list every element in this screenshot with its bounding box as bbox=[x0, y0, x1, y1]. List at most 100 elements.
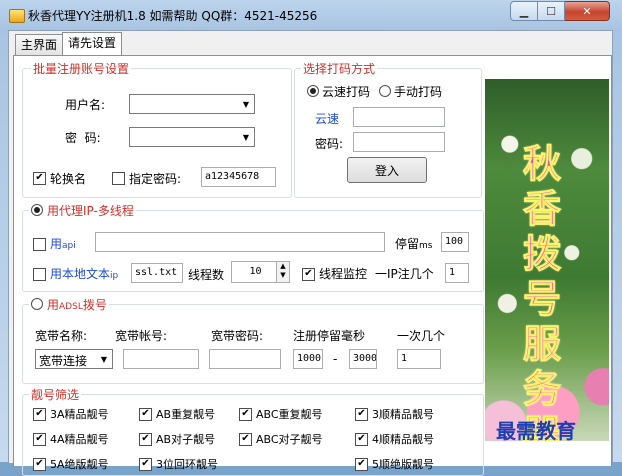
pretty-checkbox[interactable]: ✔ bbox=[355, 408, 368, 421]
per-ip-field[interactable]: 1 bbox=[445, 263, 469, 283]
stay-ms-label: 注册停留毫秒 bbox=[293, 329, 366, 343]
pretty-label: ABC对子靓号 bbox=[256, 433, 323, 446]
banner-char: 秋 bbox=[522, 141, 561, 187]
pretty-label: ABC重复靓号 bbox=[256, 408, 323, 421]
cloud-captcha-radio[interactable] bbox=[307, 85, 319, 97]
stay-ms-field[interactable]: 100 bbox=[441, 232, 469, 252]
chevron-down-icon[interactable]: ▼ bbox=[96, 350, 112, 368]
pretty-label: 3位回环靓号 bbox=[156, 458, 218, 471]
pretty-filter-legend: 靓号筛选 bbox=[29, 386, 82, 403]
stay-unit: ms bbox=[419, 241, 433, 251]
use-api-suffix: api bbox=[62, 241, 76, 251]
bb-password-field[interactable] bbox=[209, 349, 281, 369]
pretty-checkbox[interactable]: ✔ bbox=[355, 433, 368, 446]
bb-account-label: 宽带帐号: bbox=[115, 329, 168, 343]
pretty-checkbox[interactable]: ✔ bbox=[239, 408, 252, 421]
username-label: 用户名: bbox=[65, 98, 106, 112]
captcha-password-label: 密码: bbox=[315, 137, 344, 151]
banner-char: 号 bbox=[522, 276, 561, 322]
use-api-label: 用api bbox=[50, 235, 76, 252]
use-api-checkbox[interactable] bbox=[33, 238, 46, 251]
rotate-name-checkbox[interactable]: ✔ bbox=[33, 172, 46, 185]
bb-account-field[interactable] bbox=[123, 349, 199, 369]
promo-banner: 秋 香 拨 号 服 务 器 bbox=[485, 79, 609, 441]
caption-buttons: ▁ ☐ ✕ bbox=[510, 1, 610, 21]
proxy-group: 用代理IP-多线程 用api 停留ms 100 用本地文本ip ssl.txt … bbox=[22, 202, 484, 292]
pretty-checkbox[interactable]: ✔ bbox=[239, 433, 252, 446]
pretty-label: 4顺精品靓号 bbox=[372, 433, 434, 446]
batch-settings-legend: 批量注册账号设置 bbox=[31, 60, 132, 77]
bb-name-value: 宽带连接 bbox=[39, 354, 88, 368]
fixed-password-field[interactable]: a12345678 bbox=[201, 167, 276, 187]
per-time-label: 一次几个 bbox=[397, 329, 446, 343]
pretty-checkbox[interactable]: ✔ bbox=[33, 433, 46, 446]
pretty-checkbox[interactable]: ✔ bbox=[139, 408, 152, 421]
minimize-button[interactable]: ▁ bbox=[510, 1, 538, 21]
cloud-captcha-label: 云速打码 bbox=[322, 85, 371, 99]
threads-stepper[interactable]: ▲ ▼ bbox=[276, 261, 290, 283]
pretty-filter-group: 靓号筛选 ✔ 3A精品靓号 ✔ AB重复靓号 ✔ ABC重复靓号 ✔ 3顺精品靓… bbox=[22, 386, 484, 476]
banner-char: 务 bbox=[522, 366, 561, 412]
maximize-button[interactable]: ☐ bbox=[538, 1, 565, 21]
stay-text: 停留 bbox=[395, 237, 420, 251]
bb-password-label: 宽带密码: bbox=[211, 329, 264, 343]
password-combo[interactable]: ▼ bbox=[129, 127, 255, 147]
pretty-checkbox[interactable]: ✔ bbox=[139, 458, 152, 471]
local-file-suffix: ip bbox=[110, 271, 119, 281]
monitor-label: 线程监控 bbox=[319, 267, 368, 281]
local-file-checkbox[interactable] bbox=[33, 268, 46, 281]
banner-char: 香 bbox=[522, 186, 561, 232]
close-icon: ✕ bbox=[582, 4, 592, 18]
local-file-field[interactable]: ssl.txt bbox=[131, 263, 183, 283]
tab-settings[interactable]: 请先设置 bbox=[62, 32, 123, 55]
application-window: 秋香代理YY注册机1.8 如需帮助 QQ群：4521-45256 ▁ ☐ ✕ 主… bbox=[0, 0, 622, 476]
cloud-link[interactable]: 云速 bbox=[315, 110, 339, 127]
manual-captcha-label: 手动打码 bbox=[394, 85, 443, 99]
captcha-password-field[interactable] bbox=[353, 132, 445, 152]
pretty-label: 3顺精品靓号 bbox=[372, 408, 434, 421]
pretty-checkbox[interactable]: ✔ bbox=[355, 458, 368, 471]
threads-label: 线程数 bbox=[188, 268, 225, 282]
stay-label: 停留ms bbox=[395, 235, 432, 252]
username-combo[interactable]: ▼ bbox=[129, 94, 255, 114]
local-file-label: 用本地文本ip bbox=[50, 265, 118, 282]
threads-field[interactable]: 10 bbox=[231, 261, 277, 283]
manual-captcha-radio[interactable] bbox=[379, 85, 391, 97]
tab-main[interactable]: 主界面 bbox=[15, 34, 64, 55]
chevron-down-icon[interactable]: ▼ bbox=[238, 95, 254, 113]
pretty-label: 5顺绝版靓号 bbox=[372, 458, 434, 471]
minimize-icon: ▁ bbox=[519, 4, 529, 18]
title-bar[interactable]: 秋香代理YY注册机1.8 如需帮助 QQ群：4521-45256 ▁ ☐ ✕ bbox=[0, 0, 622, 30]
pretty-label: 5A绝版靓号 bbox=[50, 458, 109, 471]
local-file-text: 用本地文本 bbox=[50, 267, 111, 281]
adsl-legend-suffix: ADSL bbox=[59, 302, 83, 312]
fixed-password-checkbox[interactable] bbox=[112, 172, 125, 185]
close-button[interactable]: ✕ bbox=[565, 1, 610, 21]
proxy-legend: 用代理IP-多线程 bbox=[29, 202, 136, 219]
adsl-radio[interactable] bbox=[31, 298, 43, 310]
per-time-field[interactable]: 1 bbox=[397, 349, 441, 369]
spin-up-icon[interactable]: ▲ bbox=[280, 262, 285, 270]
spin-down-icon[interactable]: ▼ bbox=[280, 271, 285, 279]
adsl-legend: 用ADSL拨号 bbox=[29, 296, 109, 313]
stay-from-field[interactable]: 1000 bbox=[293, 349, 323, 369]
window-title: 秋香代理YY注册机1.8 如需帮助 QQ群：4521-45256 bbox=[28, 9, 318, 23]
client-area: 主界面 请先设置 批量注册账号设置 用户名: ▼ 密 码: ▼ ✔ 轮换名 指定… bbox=[8, 30, 613, 476]
pretty-checkbox[interactable]: ✔ bbox=[33, 458, 46, 471]
adsl-legend-prefix: 用 bbox=[47, 298, 60, 312]
fixed-password-label: 指定密码: bbox=[129, 172, 182, 186]
chevron-down-icon[interactable]: ▼ bbox=[238, 128, 254, 146]
pretty-checkbox[interactable]: ✔ bbox=[33, 408, 46, 421]
login-button[interactable]: 登入 bbox=[347, 157, 427, 183]
bb-name-combo[interactable]: 宽带连接 ▼ bbox=[35, 349, 113, 369]
monitor-checkbox[interactable]: ✔ bbox=[302, 268, 315, 281]
stay-to-field[interactable]: 3000 bbox=[349, 349, 377, 369]
pretty-checkbox[interactable]: ✔ bbox=[139, 433, 152, 446]
pretty-label: 3A精品靓号 bbox=[50, 408, 109, 421]
captcha-group: 选择打码方式 云速打码 手动打码 云速 密码: 登入 bbox=[294, 60, 482, 198]
proxy-radio[interactable] bbox=[31, 204, 43, 216]
banner-char: 拨 bbox=[522, 231, 561, 277]
cloud-account-field[interactable] bbox=[353, 107, 445, 127]
stay-dash: - bbox=[333, 352, 338, 366]
api-url-field[interactable] bbox=[95, 232, 385, 252]
